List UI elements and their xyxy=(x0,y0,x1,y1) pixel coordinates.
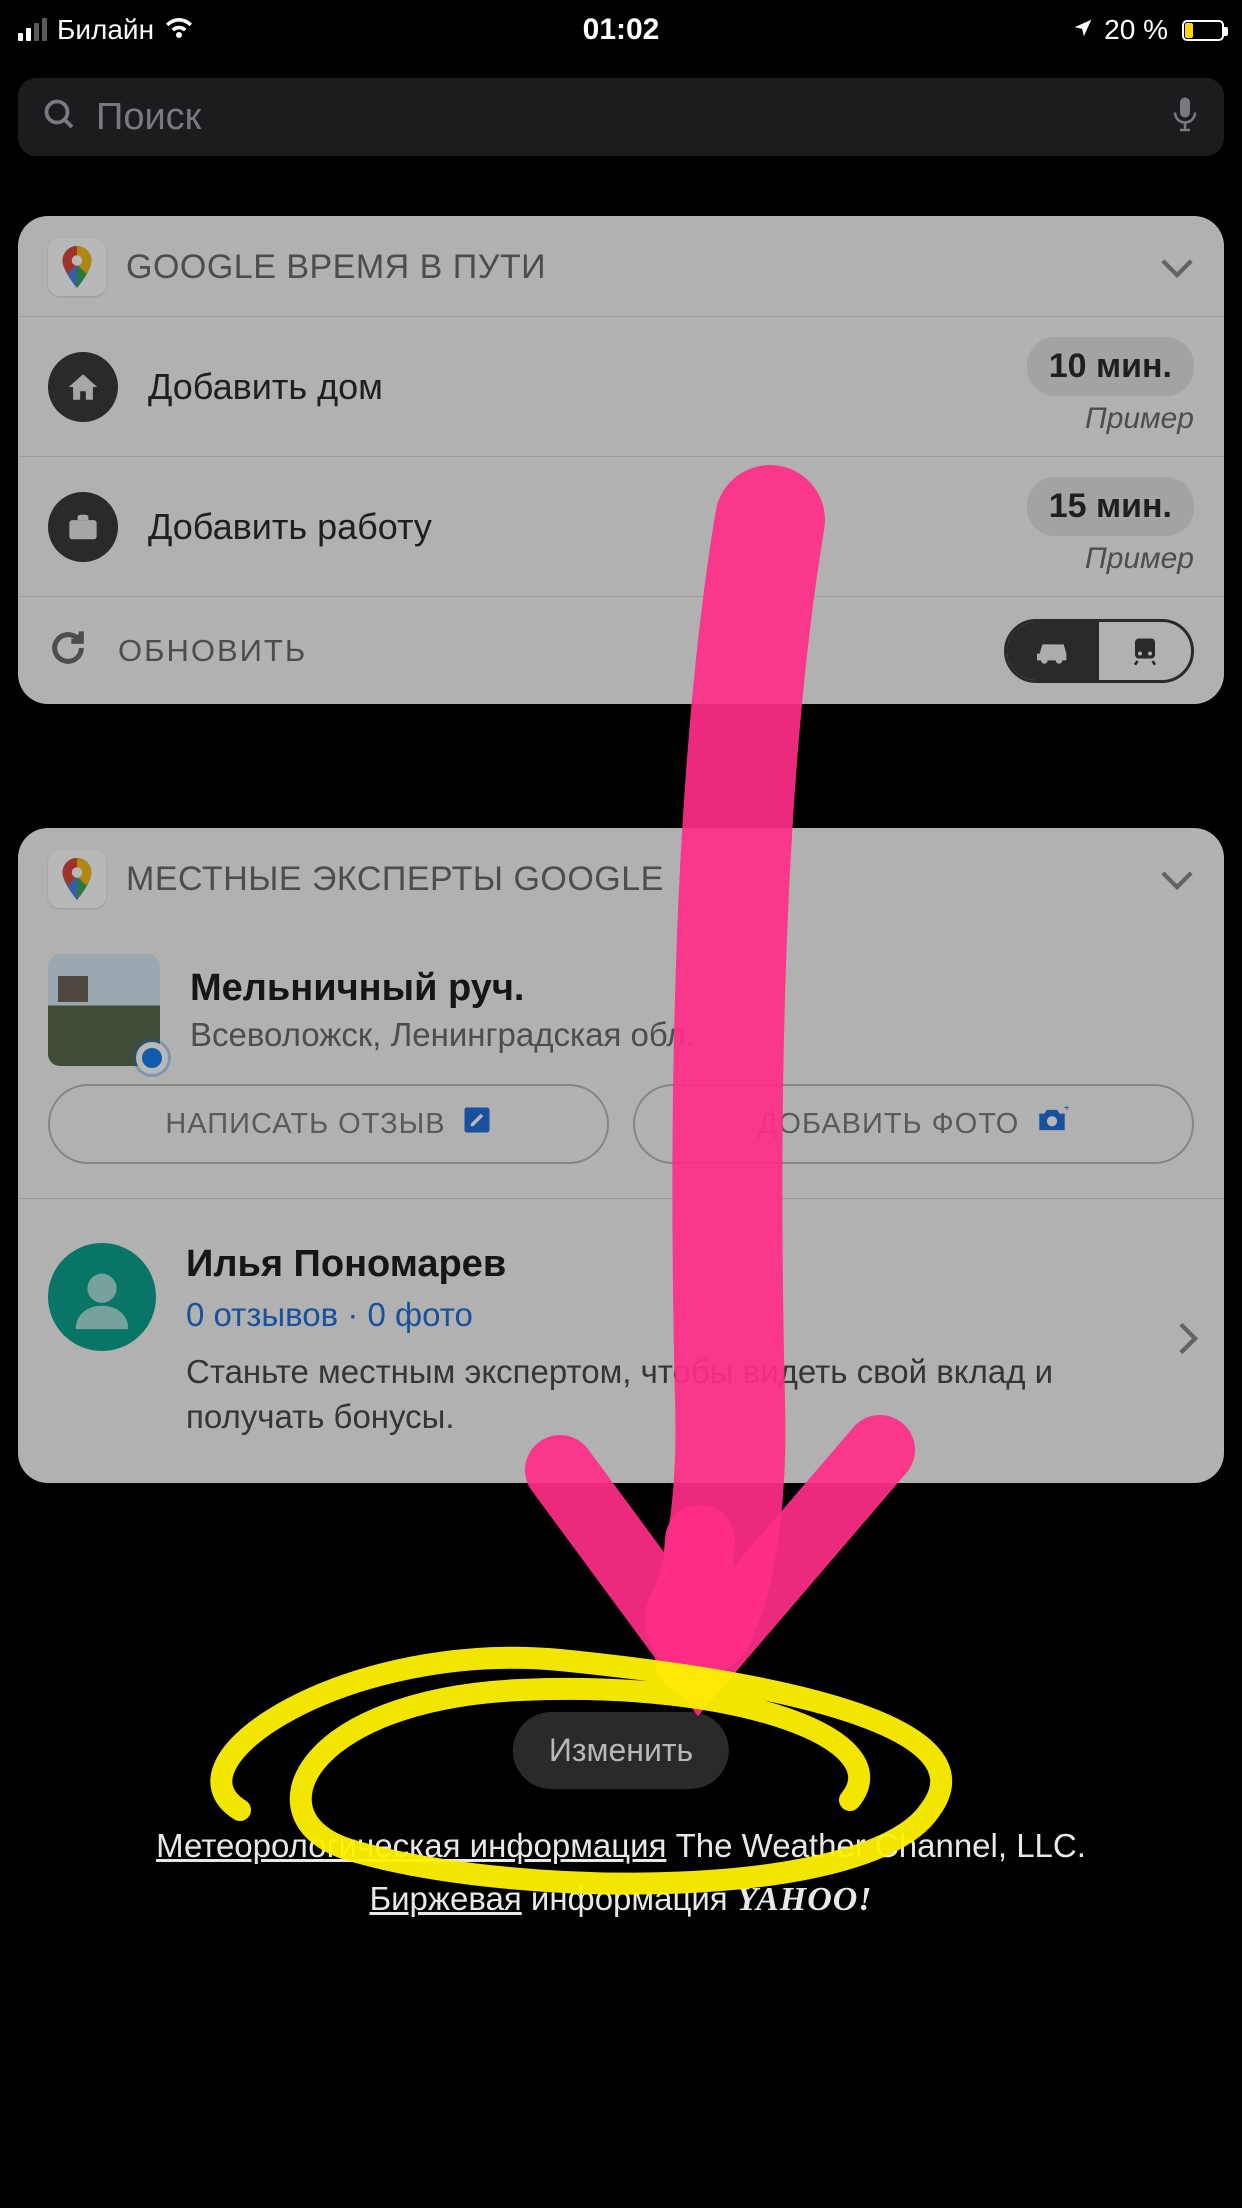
widget-header[interactable]: GOOGLE ВРЕМЯ В ПУТИ xyxy=(18,216,1224,316)
camera-icon: + xyxy=(1035,1106,1069,1142)
example-label: Пример xyxy=(1027,542,1194,576)
yahoo-logo: YAHOO! xyxy=(737,1881,873,1918)
refresh-icon xyxy=(48,628,88,673)
signal-icon xyxy=(18,19,47,41)
edit-button[interactable]: Изменить xyxy=(513,1712,729,1789)
stocks-link[interactable]: Биржевая xyxy=(369,1880,521,1917)
carrier-label: Билайн xyxy=(57,14,154,46)
google-maps-icon xyxy=(48,850,106,908)
refresh-row[interactable]: ОБНОВИТЬ xyxy=(18,596,1224,704)
avatar xyxy=(48,1243,156,1351)
widget-header[interactable]: МЕСТНЫЕ ЭКСПЕРТЫ GOOGLE xyxy=(18,828,1224,928)
location-dot-icon xyxy=(136,1042,168,1074)
add-photo-button[interactable]: ДОБАВИТЬ ФОТО + xyxy=(633,1084,1194,1164)
add-work-row[interactable]: Добавить работу 15 мин. Пример xyxy=(18,456,1224,596)
example-label: Пример xyxy=(1027,402,1194,436)
wifi-icon xyxy=(164,14,194,46)
place-title: Мельничный руч. xyxy=(190,967,695,1010)
place-subtitle: Всеволожск, Ленинградская обл. xyxy=(190,1016,695,1054)
briefcase-icon xyxy=(48,492,118,562)
user-name: Илья Пономарев xyxy=(186,1243,1154,1286)
stocks-text: информация xyxy=(522,1880,737,1917)
google-maps-icon xyxy=(48,238,106,296)
car-segment[interactable] xyxy=(1007,622,1099,680)
clock-label: 01:02 xyxy=(583,13,660,47)
widget-travel-time: GOOGLE ВРЕМЯ В ПУТИ Добавить дом 10 мин.… xyxy=(18,216,1224,704)
button-label: НАПИСАТЬ ОТЗЫВ xyxy=(165,1108,445,1141)
widget-local-experts: МЕСТНЫЕ ЭКСПЕРТЫ GOOGLE Мельничный руч. … xyxy=(18,828,1224,1483)
place-thumbnail xyxy=(48,954,160,1066)
chevron-down-icon xyxy=(1160,248,1194,287)
become-local-expert-row[interactable]: Илья Пономарев 0 отзывов · 0 фото Станьт… xyxy=(18,1198,1224,1483)
transit-segment[interactable] xyxy=(1099,622,1191,680)
refresh-label: ОБНОВИТЬ xyxy=(118,633,307,669)
search-bar[interactable] xyxy=(18,78,1224,156)
mic-icon[interactable] xyxy=(1170,95,1200,140)
place-row[interactable]: Мельничный руч. Всеволожск, Ленинградска… xyxy=(18,928,1224,1084)
review-icon xyxy=(462,1105,492,1143)
footer: Метеорологическая информация The Weather… xyxy=(0,1820,1242,1927)
chevron-down-icon xyxy=(1160,860,1194,899)
search-icon xyxy=(42,97,78,138)
battery-pct-label: 20 % xyxy=(1104,14,1168,46)
home-icon xyxy=(48,352,118,422)
add-home-label: Добавить дом xyxy=(148,366,383,408)
home-time-badge: 10 мин. xyxy=(1027,337,1194,396)
battery-icon xyxy=(1182,20,1224,41)
transport-segmented[interactable] xyxy=(1004,619,1194,683)
widget-title: GOOGLE ВРЕМЯ В ПУТИ xyxy=(126,248,546,287)
search-input[interactable] xyxy=(96,96,1152,139)
location-icon xyxy=(1072,14,1094,46)
chevron-right-icon xyxy=(1178,1322,1198,1361)
add-home-row[interactable]: Добавить дом 10 мин. Пример xyxy=(18,316,1224,456)
add-work-label: Добавить работу xyxy=(148,506,432,548)
svg-text:+: + xyxy=(1064,1106,1070,1114)
user-stats: 0 отзывов · 0 фото xyxy=(186,1296,1154,1334)
button-label: ДОБАВИТЬ ФОТО xyxy=(758,1108,1020,1141)
status-bar: Билайн 01:02 20 % xyxy=(0,0,1242,60)
widget-title: МЕСТНЫЕ ЭКСПЕРТЫ GOOGLE xyxy=(126,860,664,899)
user-description: Станьте местным экспертом, чтобы видеть … xyxy=(186,1350,1154,1439)
weather-link[interactable]: Метеорологическая информация xyxy=(156,1827,666,1864)
write-review-button[interactable]: НАПИСАТЬ ОТЗЫВ xyxy=(48,1084,609,1164)
work-time-badge: 15 мин. xyxy=(1027,477,1194,536)
weather-text: The Weather Channel, LLC. xyxy=(666,1827,1085,1864)
